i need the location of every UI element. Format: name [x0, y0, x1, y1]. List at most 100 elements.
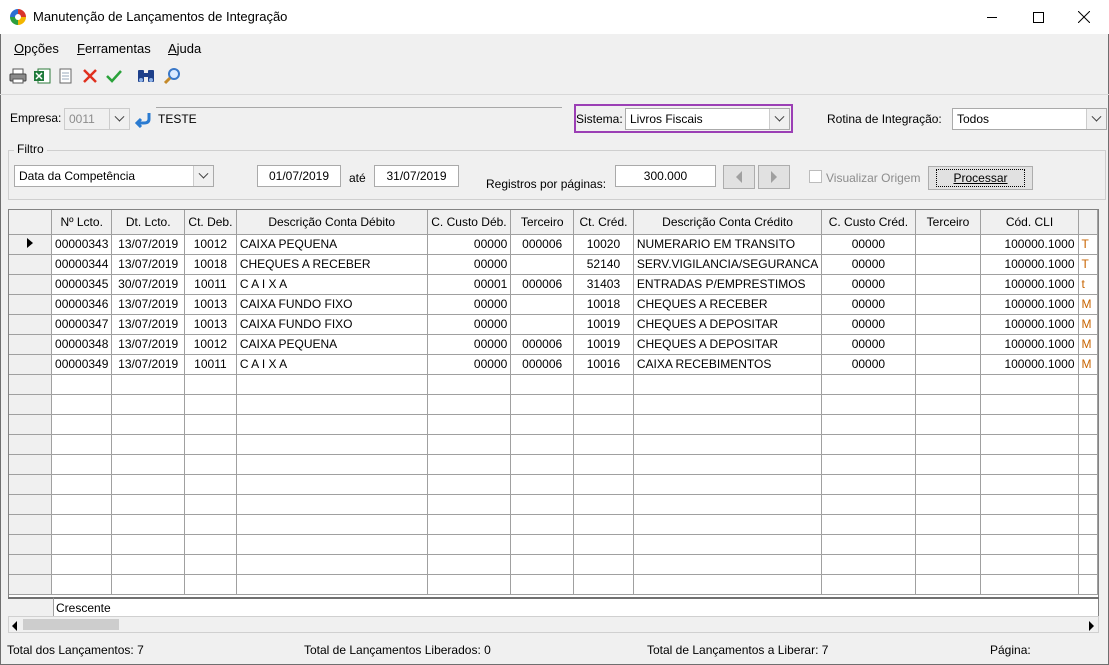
table-cell[interactable]: [1078, 394, 1098, 415]
col-header-dtlcto[interactable]: Dt. Lcto.: [111, 210, 186, 235]
table-cell[interactable]: [633, 494, 823, 515]
find-button[interactable]: [162, 66, 182, 86]
table-cell[interactable]: 100000.1000: [980, 274, 1079, 295]
table-cell[interactable]: [51, 514, 113, 535]
table-cell[interactable]: 00000345: [51, 274, 113, 295]
table-cell[interactable]: 00000: [821, 314, 916, 335]
table-cell[interactable]: 10019: [573, 334, 634, 355]
table-cell[interactable]: [821, 554, 916, 575]
col-header-ccusto-cred[interactable]: C. Custo Créd.: [821, 210, 916, 235]
table-cell[interactable]: [633, 574, 823, 595]
table-cell[interactable]: [51, 374, 113, 395]
scroll-thumb[interactable]: [23, 619, 119, 630]
table-cell[interactable]: 00000: [427, 234, 512, 255]
sistema-combo-arrow[interactable]: [769, 109, 789, 129]
row-indicator[interactable]: [9, 354, 53, 375]
table-row[interactable]: [9, 374, 1098, 395]
scroll-left-button[interactable]: [11, 620, 19, 634]
visualizar-origem-checkbox[interactable]: [809, 170, 822, 183]
table-cell[interactable]: [51, 394, 113, 415]
table-cell[interactable]: [510, 574, 575, 595]
table-cell[interactable]: [633, 454, 823, 475]
table-cell[interactable]: [633, 474, 823, 495]
table-cell[interactable]: [980, 494, 1079, 515]
table-cell[interactable]: 100000.1000: [980, 314, 1079, 335]
table-cell[interactable]: [573, 534, 634, 555]
table-cell[interactable]: 00000: [427, 254, 512, 275]
row-indicator[interactable]: [9, 434, 53, 455]
table-cell[interactable]: [980, 534, 1079, 555]
table-cell[interactable]: 30/07/2019: [111, 274, 186, 295]
table-cell[interactable]: [111, 514, 186, 535]
table-cell[interactable]: [633, 414, 823, 435]
table-cell[interactable]: ENTRADAS P/EMPRESTIMOS: [633, 274, 823, 295]
table-cell[interactable]: CAIXA RECEBIMENTOS: [633, 354, 823, 375]
empresa-code-combo[interactable]: 0011: [64, 108, 130, 130]
table-cell[interactable]: [573, 394, 634, 415]
table-cell[interactable]: [915, 234, 982, 255]
table-cell[interactable]: [980, 414, 1079, 435]
table-cell[interactable]: 10013: [184, 294, 237, 315]
table-cell[interactable]: [236, 494, 428, 515]
row-indicator[interactable]: [9, 394, 53, 415]
table-cell[interactable]: [915, 534, 982, 555]
table-cell[interactable]: 10019: [573, 314, 634, 335]
table-cell[interactable]: [915, 354, 982, 375]
table-cell[interactable]: 00000349: [51, 354, 113, 375]
table-cell[interactable]: 00000: [427, 354, 512, 375]
table-cell[interactable]: [510, 254, 575, 275]
horizontal-scrollbar[interactable]: [8, 616, 1099, 633]
table-cell[interactable]: [510, 394, 575, 415]
table-cell[interactable]: [915, 554, 982, 575]
table-cell[interactable]: [1078, 374, 1098, 395]
table-cell[interactable]: [51, 414, 113, 435]
table-cell[interactable]: CHEQUES A RECEBER: [633, 294, 823, 315]
table-cell[interactable]: [510, 534, 575, 555]
table-cell[interactable]: [236, 394, 428, 415]
row-indicator[interactable]: [9, 534, 53, 555]
col-header-ctcred[interactable]: Ct. Créd.: [573, 210, 634, 235]
table-cell[interactable]: 31403: [573, 274, 634, 295]
table-cell[interactable]: 00000343: [51, 234, 113, 255]
table-cell[interactable]: 10011: [184, 274, 237, 295]
col-header-desc-debito[interactable]: Descrição Conta Débito: [236, 210, 428, 235]
row-indicator[interactable]: [9, 274, 53, 295]
table-cell[interactable]: [573, 434, 634, 455]
row-indicator[interactable]: [9, 514, 53, 535]
table-cell[interactable]: [915, 254, 982, 275]
table-cell[interactable]: [111, 574, 186, 595]
registros-input[interactable]: 300.000: [615, 165, 716, 187]
table-cell[interactable]: 13/07/2019: [111, 294, 186, 315]
row-indicator[interactable]: [9, 574, 53, 595]
row-indicator[interactable]: [9, 554, 53, 575]
table-cell[interactable]: [980, 374, 1079, 395]
table-cell[interactable]: M: [1078, 294, 1098, 315]
table-cell[interactable]: [573, 574, 634, 595]
maximize-button[interactable]: [1015, 0, 1061, 34]
table-cell[interactable]: 00001: [427, 274, 512, 295]
row-indicator[interactable]: [9, 334, 53, 355]
table-cell[interactable]: [427, 374, 512, 395]
table-cell[interactable]: [633, 554, 823, 575]
table-cell[interactable]: 10016: [573, 354, 634, 375]
scroll-right-button[interactable]: [1087, 620, 1095, 634]
table-cell[interactable]: [111, 394, 186, 415]
table-cell[interactable]: 000006: [510, 334, 575, 355]
table-cell[interactable]: [111, 534, 186, 555]
table-row[interactable]: [9, 554, 1098, 575]
table-cell[interactable]: C A I X A: [236, 274, 428, 295]
row-indicator[interactable]: [9, 374, 53, 395]
table-cell[interactable]: [184, 574, 237, 595]
table-cell[interactable]: [573, 474, 634, 495]
table-cell[interactable]: M: [1078, 314, 1098, 335]
table-cell[interactable]: [510, 474, 575, 495]
table-cell[interactable]: [1078, 494, 1098, 515]
table-cell[interactable]: [573, 414, 634, 435]
table-cell[interactable]: [510, 554, 575, 575]
table-cell[interactable]: [427, 494, 512, 515]
table-row[interactable]: 00000348 13/07/2019 10012 CAIXA PEQUENA 0000…: [9, 334, 1098, 355]
table-cell[interactable]: [915, 514, 982, 535]
table-cell[interactable]: 10012: [184, 334, 237, 355]
table-cell[interactable]: 100000.1000: [980, 234, 1079, 255]
table-cell[interactable]: 100000.1000: [980, 334, 1079, 355]
